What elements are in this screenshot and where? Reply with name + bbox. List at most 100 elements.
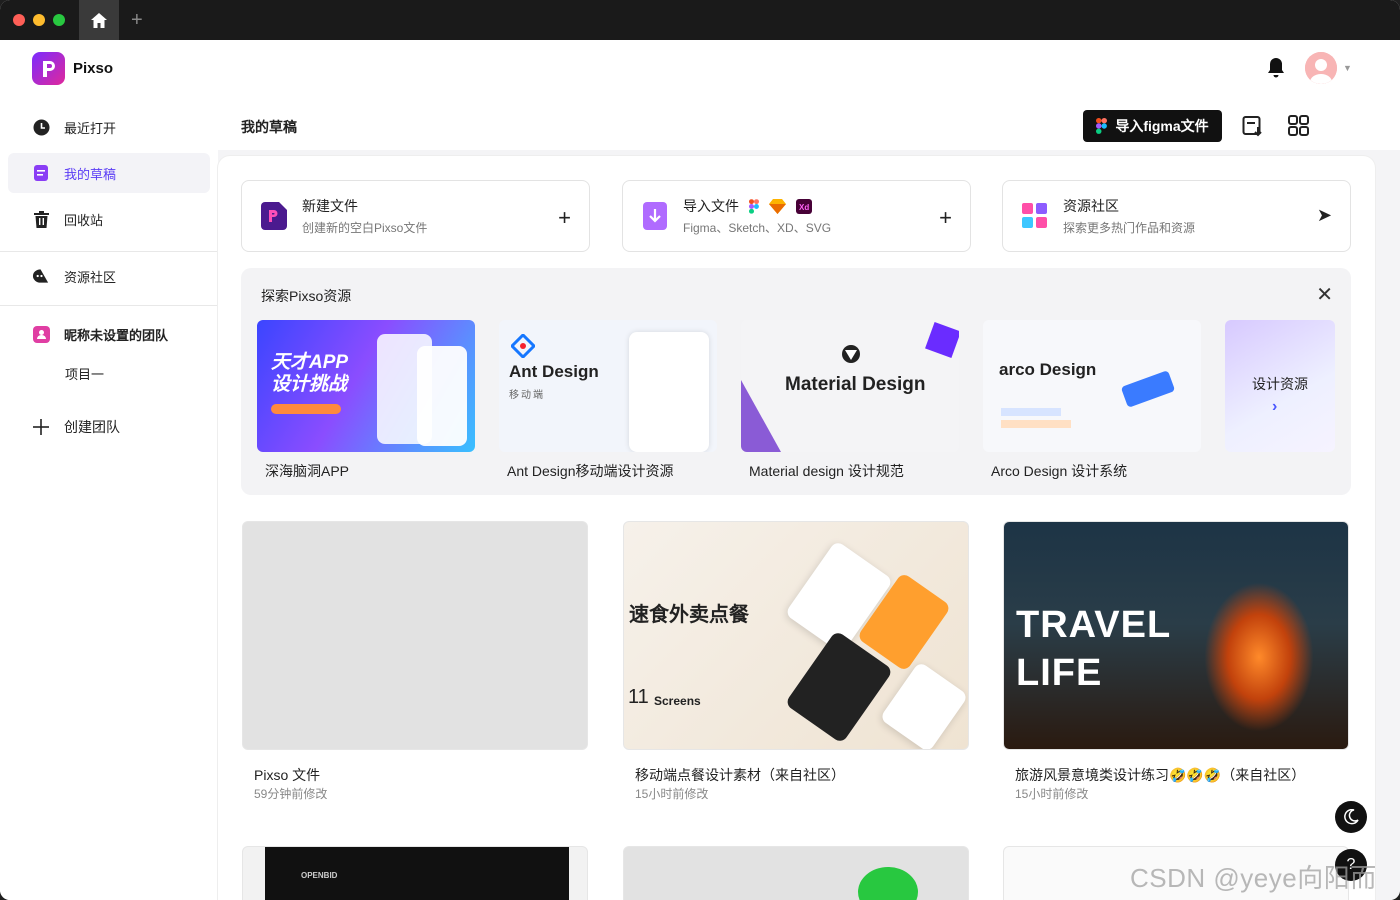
chevron-right-icon: › [1272,398,1278,415]
resource-card-deepsea[interactable]: 天才APP 设计挑战 [257,320,475,452]
grid-view-icon[interactable] [1288,115,1309,139]
close-icon[interactable]: ✕ [1316,282,1333,307]
sketch-icon [769,198,786,214]
sidebar-divider [0,305,218,306]
ant-design-logo-icon [511,334,535,358]
file-modified-time: 15小时前修改 [1015,787,1089,801]
watermark: CSDN @yeye向阳而生 [1130,863,1377,893]
file-card[interactable]: OPENBID [242,846,588,900]
sidebar-item-label: 回收站 [64,212,104,228]
chevron-down-icon[interactable]: ▼ [1343,63,1352,73]
resource-card-label: Arco Design 设计系统 [991,463,1128,479]
app-window: + Pixso 最近打开 我的草稿 回收站 资源社区 昵称未设置的团队 项目一 … [0,0,1400,900]
file-thumb-title: LIFE [1016,652,1103,694]
home-tab[interactable] [79,0,119,40]
plus-icon[interactable]: + [558,205,571,231]
file-name[interactable]: 旅游风景意境类设计练习🤣🤣🤣（来自社区） [1015,765,1305,785]
sidebar-item-team[interactable]: 昵称未设置的团队 [8,314,210,354]
dark-mode-toggle[interactable] [1335,801,1367,833]
file-thumb-count: 11 [628,686,649,708]
sort-icon[interactable] [1242,115,1264,140]
action-title: 导入文件 [683,198,739,214]
sidebar-item-recent[interactable]: 最近打开 [8,107,210,147]
action-title-row: 导入文件 Xd [683,196,831,216]
more-resources-card[interactable]: 设计资源 › [1225,320,1335,452]
resource-card-antdesign[interactable]: Ant Design 移动端 [499,320,717,452]
resource-image-title: arco Design [999,360,1097,379]
more-resources-label: 设计资源 [1252,376,1308,392]
new-file-card[interactable]: 新建文件 创建新的空白Pixso文件 + [241,180,590,252]
sidebar-project-item[interactable]: 项目一 [65,364,104,383]
resource-image-title: Ant Design [509,362,599,381]
action-subtitle: 创建新的空白Pixso文件 [302,221,428,235]
material-decor-shape [925,322,959,358]
file-thumb-title: OPENBID [301,871,338,880]
page-title: 我的草稿 [241,119,297,135]
team-name: 昵称未设置的团队 [64,327,169,343]
title-bar: + [0,0,1400,40]
resource-image-title: Material Design [785,374,926,395]
import-figma-button[interactable]: 导入figma文件 [1083,110,1222,142]
resource-community-icon [1021,202,1049,230]
resource-community-card[interactable]: 资源社区 探索更多热门作品和资源 ➤ [1002,180,1351,252]
moon-icon [1344,809,1359,825]
explore-resources-panel: 探索Pixso资源 ✕ 天才APP 设计挑战 深海脑洞APP Ant Desig… [241,268,1351,495]
plus-icon [32,418,50,436]
arco-decor-bar [1001,420,1071,428]
figma-icon [749,198,759,214]
material-decor-icon [741,380,781,452]
arco-decor-bar [1001,408,1061,416]
file-name[interactable]: Pixso 文件 [254,765,320,785]
resource-card-label: Ant Design移动端设计资源 [507,463,674,479]
community-icon [32,267,50,285]
file-thumb-title: 速食外卖点餐 [629,604,749,626]
resource-image-title: 天才APP 设计挑战 [271,352,349,395]
arco-decor-button [1120,370,1176,408]
trash-icon [32,210,50,228]
file-thumb-subtitle: Screens [654,694,701,708]
file-name[interactable]: 移动端点餐设计素材（来自社区） [635,765,845,785]
file-modified-time: 59分钟前修改 [254,787,328,801]
new-tab-button[interactable]: + [131,9,143,32]
action-subtitle: Figma、Sketch、XD、SVG [683,221,832,235]
resource-card-label: 深海脑洞APP [265,463,350,479]
app-name: Pixso [73,60,114,77]
file-card-pixso[interactable] [242,521,588,750]
send-arrow-icon[interactable]: ➤ [1317,205,1332,226]
resource-card-arco[interactable]: arco Design [983,320,1201,452]
maximize-window-button[interactable] [53,14,65,26]
close-window-button[interactable] [13,14,25,26]
sidebar-item-trash[interactable]: 回收站 [8,199,210,239]
file-card[interactable] [623,846,969,900]
file-card-travel[interactable]: TRAVEL LIFE [1003,521,1349,750]
draft-icon [32,164,50,182]
file-card-food[interactable]: 速食外卖点餐 11 Screens [623,521,969,750]
sidebar-item-community[interactable]: 资源社区 [8,256,210,296]
sidebar: Pixso 最近打开 我的草稿 回收站 资源社区 昵称未设置的团队 项目一 创建… [0,40,218,900]
app-logo[interactable]: Pixso [32,52,113,85]
xd-icon: Xd [796,198,812,214]
import-figma-label: 导入figma文件 [1115,118,1209,134]
action-subtitle: 探索更多热门作品和资源 [1063,221,1196,235]
create-team-button[interactable]: 创建团队 [8,407,210,447]
clock-icon [32,118,50,136]
bell-icon[interactable] [1266,57,1286,82]
user-avatar-icon [1305,52,1337,84]
resource-card-material[interactable]: Material Design [741,320,959,452]
sidebar-item-drafts[interactable]: 我的草稿 [8,153,210,193]
home-icon [91,12,107,28]
resource-phone-mockup [417,346,467,446]
resource-image-subtitle: 移动端 [509,390,545,401]
explore-title: 探索Pixso资源 [261,288,352,304]
action-title: 资源社区 [1063,198,1119,214]
import-file-icon [641,202,669,230]
team-icon [32,325,50,343]
sidebar-divider [0,251,218,252]
import-file-card[interactable]: 导入文件 Xd Figma、Sketch、XD、SVG + [622,180,971,252]
plus-icon[interactable]: + [939,205,952,231]
create-team-label: 创建团队 [64,419,120,435]
resource-phone-mockup [629,332,709,452]
avatar[interactable] [1305,52,1337,84]
minimize-window-button[interactable] [33,14,45,26]
resource-image-badge [271,404,341,414]
